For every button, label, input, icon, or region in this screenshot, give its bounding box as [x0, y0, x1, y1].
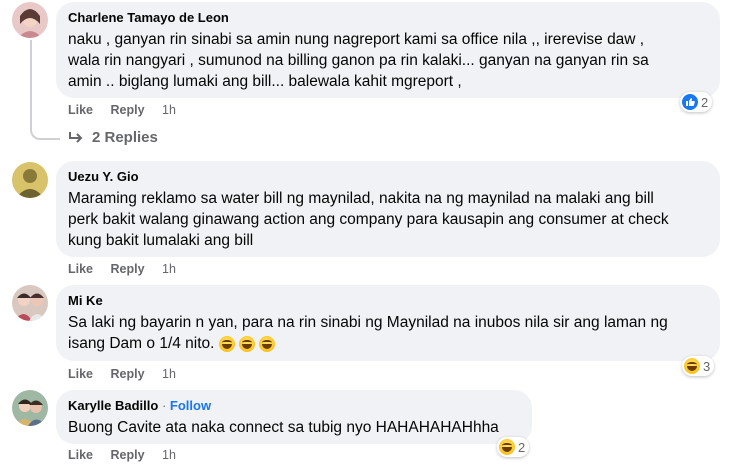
reaction-count[interactable]: 3	[682, 356, 715, 376]
comment-text-line: naku , ganyan rin sinabi sa amin nung na…	[68, 31, 645, 48]
reaction-count-label: 2	[701, 94, 709, 110]
comment-actions: Like Reply 1h	[68, 103, 190, 117]
like-button[interactable]: Like	[68, 262, 93, 276]
comment-actions: Like Reply 1h	[68, 448, 190, 462]
reaction-count[interactable]: 2	[680, 92, 713, 112]
reaction-count[interactable]: 2	[497, 437, 530, 457]
comment-text-line: Maraming reklamo sa water bill ng maynil…	[68, 190, 654, 207]
comment-text-line: Sa laki ng bayarin n yan, para na rin si…	[68, 314, 668, 331]
comment-text-line: perk bakit walang ginawang action ang co…	[68, 211, 669, 228]
reply-button[interactable]: Reply	[111, 262, 145, 276]
separator-dot: ·	[161, 398, 167, 413]
like-button[interactable]: Like	[68, 103, 93, 117]
comment-author[interactable]: Charlene Tamayo de Leon	[68, 10, 708, 26]
comment-bubble: Karylle Badillo · Follow Buong Cavite at…	[56, 390, 532, 444]
reaction-count-label: 2	[518, 439, 526, 455]
haha-icon	[684, 358, 700, 374]
comment-author[interactable]: Mi Ke	[68, 293, 708, 309]
view-replies-button[interactable]: 2 Replies	[68, 129, 158, 146]
comment-text: Maraming reklamo sa water bill ng maynil…	[68, 188, 708, 251]
laughing-emoji-icon	[239, 335, 256, 352]
reaction-count-label: 3	[703, 358, 711, 374]
follow-button[interactable]: Follow	[170, 398, 211, 413]
comment-text-line-wrap: isang Dam o 1/4 nito.	[68, 333, 708, 354]
timestamp[interactable]: 1h	[162, 262, 176, 276]
comment-text-line: isang Dam o 1/4 nito.	[68, 335, 215, 352]
like-button[interactable]: Like	[68, 448, 93, 462]
comment-actions: Like Reply 1h	[68, 367, 190, 381]
like-icon	[682, 94, 698, 110]
comment-author[interactable]: Uezu Y. Gio	[68, 169, 708, 185]
timestamp[interactable]: 1h	[162, 367, 176, 381]
view-replies-label: 2 Replies	[92, 129, 158, 146]
comment-text-line: Buong Cavite ata naka connect sa tubig n…	[68, 419, 499, 436]
avatar[interactable]	[12, 162, 48, 198]
reply-button[interactable]: Reply	[111, 448, 145, 462]
comment-bubble: Mi Ke Sa laki ng bayarin n yan, para na …	[56, 285, 720, 361]
laughing-emoji-icon	[218, 335, 235, 352]
comment-bubble: Uezu Y. Gio Maraming reklamo sa water bi…	[56, 161, 720, 257]
comment-author-row: Karylle Badillo · Follow	[68, 398, 520, 414]
comment-text-line: wala rin nangyari , sumunod na billing g…	[68, 52, 649, 69]
timestamp[interactable]: 1h	[162, 448, 176, 462]
comment-text: naku , ganyan rin sinabi sa amin nung na…	[68, 29, 708, 92]
comment-author[interactable]: Karylle Badillo	[68, 398, 158, 413]
avatar[interactable]	[12, 285, 48, 321]
comment-text-line: kung bakit lumalaki ang bill	[68, 232, 254, 249]
comment-actions: Like Reply 1h	[68, 262, 190, 276]
like-button[interactable]: Like	[68, 367, 93, 381]
haha-icon	[499, 439, 515, 455]
avatar[interactable]	[12, 2, 48, 38]
timestamp[interactable]: 1h	[162, 103, 176, 117]
comment-text: Sa laki ng bayarin n yan, para na rin si…	[68, 312, 708, 354]
reply-arrow-icon	[69, 131, 83, 143]
comment-text-line: amin .. biglang lumaki ang bill... balew…	[68, 73, 462, 90]
reply-button[interactable]: Reply	[111, 103, 145, 117]
laughing-emoji-icon	[259, 335, 276, 352]
comment-text: Buong Cavite ata naka connect sa tubig n…	[68, 417, 520, 438]
avatar[interactable]	[12, 390, 48, 426]
comment-bubble: Charlene Tamayo de Leon naku , ganyan ri…	[56, 2, 720, 98]
reply-button[interactable]: Reply	[111, 367, 145, 381]
